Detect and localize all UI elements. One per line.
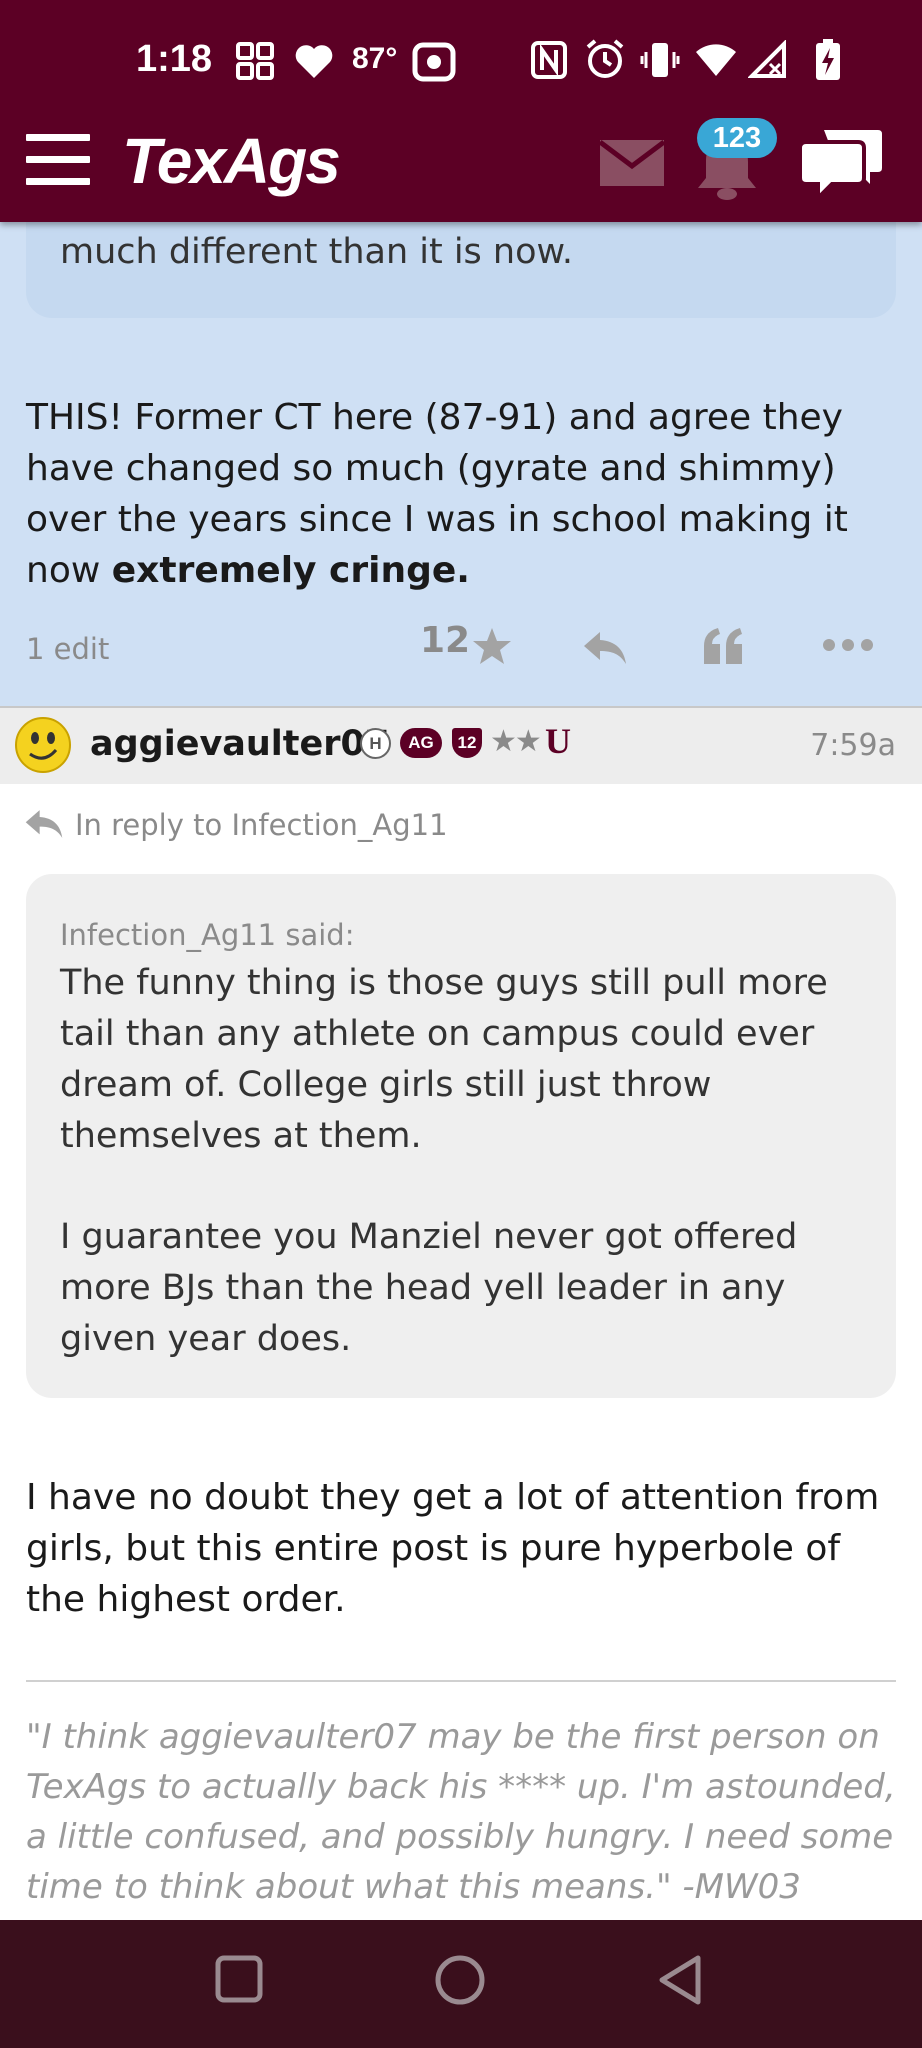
username[interactable]: aggievaulter07 bbox=[90, 724, 389, 764]
status-temperature: 87° bbox=[352, 42, 398, 75]
more-options-icon[interactable] bbox=[822, 638, 874, 652]
quote-paragraph-1: The funny thing is those guys still pull… bbox=[60, 963, 828, 1156]
back-button-icon[interactable] bbox=[656, 1954, 704, 2006]
university-u-icon: U bbox=[545, 721, 571, 761]
in-reply-to-link[interactable]: In reply to Infection_Ag11 bbox=[75, 808, 448, 842]
signature-divider bbox=[26, 1680, 896, 1682]
chat-icon[interactable] bbox=[800, 128, 884, 200]
heart-icon bbox=[295, 45, 333, 78]
badge-h: H bbox=[360, 728, 391, 759]
quote-paragraph-2: I guarantee you Manziel never got offere… bbox=[60, 1217, 798, 1359]
alarm-icon bbox=[586, 39, 624, 78]
home-button-icon[interactable] bbox=[434, 1954, 486, 2006]
post-actions: 12 bbox=[0, 620, 922, 680]
star-icon[interactable] bbox=[472, 626, 512, 666]
recents-button-icon[interactable] bbox=[214, 1954, 264, 2004]
reply-arrow-icon bbox=[25, 810, 63, 838]
badge-ag: AG bbox=[400, 728, 442, 758]
battery-charging-icon bbox=[816, 39, 840, 80]
user-signature: "I think aggievaulter07 may be the first… bbox=[26, 1717, 896, 1907]
quote-author[interactable]: Infection_Ag11 said: bbox=[60, 918, 354, 952]
menu-icon[interactable] bbox=[26, 134, 90, 186]
top-bar: 1:18 87° TexAgs 123 bbox=[0, 0, 922, 222]
star-count: 12 bbox=[420, 620, 471, 661]
highlighted-post: much different than it is now. THIS! For… bbox=[0, 150, 922, 706]
avatar[interactable] bbox=[14, 716, 72, 774]
system-nav-bar bbox=[0, 1920, 922, 2048]
app-bar: TexAgs 123 bbox=[0, 118, 922, 208]
post-body: I have no doubt they get a lot of attent… bbox=[26, 1477, 880, 1620]
nfc-icon bbox=[531, 41, 567, 79]
rating-stars: ★★ bbox=[490, 724, 542, 759]
signal-icon bbox=[748, 40, 786, 78]
post-header: aggievaulter07 H AG 12 ★★ U 7:59a bbox=[0, 706, 922, 784]
qr-grid-icon bbox=[236, 42, 274, 80]
notification-count-badge[interactable]: 123 bbox=[697, 118, 777, 158]
reply-icon[interactable] bbox=[582, 630, 628, 666]
quote-block: Infection_Ag11 said: The funny thing is … bbox=[26, 874, 896, 1398]
wifi-icon bbox=[696, 44, 736, 76]
quote-text: The funny thing is those guys still pull… bbox=[60, 958, 860, 1415]
status-bar: 1:18 87° bbox=[0, 28, 922, 98]
quote-text: much different than it is now. bbox=[60, 232, 574, 272]
post-body: THIS! Former CT here (87-91) and agree t… bbox=[26, 392, 906, 596]
badge-12: 12 bbox=[452, 728, 482, 758]
texags-logo[interactable]: TexAgs bbox=[122, 124, 341, 198]
mail-icon[interactable] bbox=[600, 140, 664, 186]
post-body-bold: extremely cringe. bbox=[111, 550, 470, 591]
post-time: 7:59a bbox=[810, 728, 896, 763]
vibrate-icon bbox=[640, 43, 680, 77]
screen-record-icon bbox=[412, 42, 456, 82]
status-time: 1:18 bbox=[136, 38, 213, 80]
quote-icon[interactable] bbox=[702, 626, 746, 666]
